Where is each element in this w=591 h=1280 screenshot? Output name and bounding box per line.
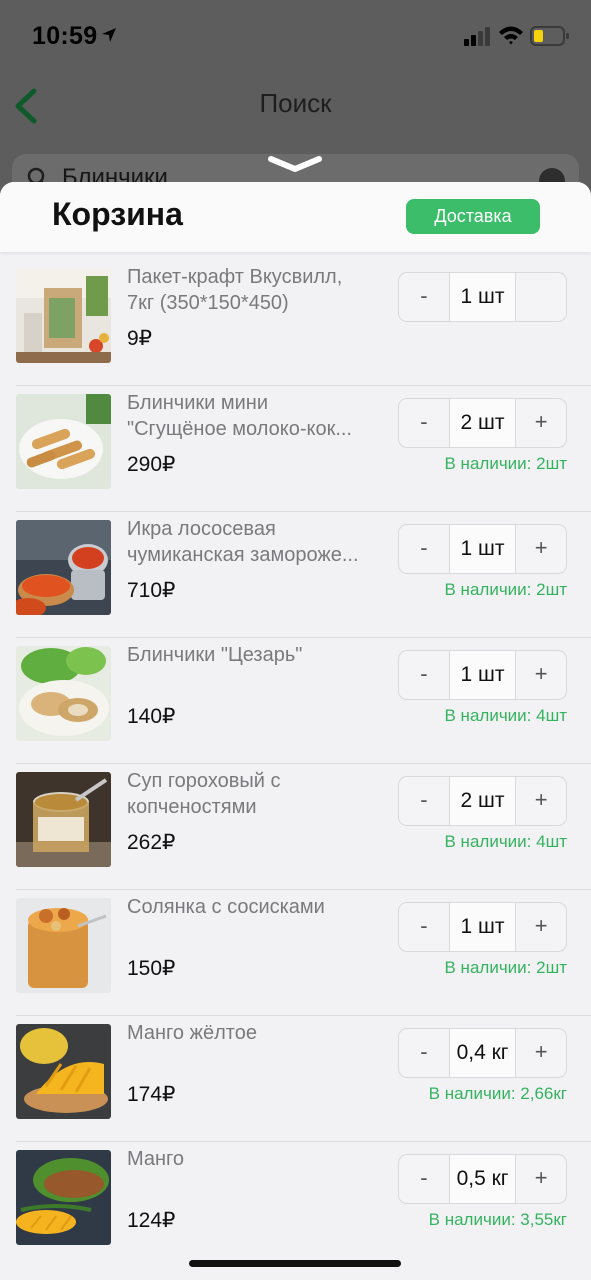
background-nav-bar: Поиск [0, 72, 591, 142]
cart-title: Корзина [52, 196, 183, 232]
status-bar: 10:59 [0, 0, 591, 72]
quantity-stepper: - 1 шт + [398, 524, 567, 574]
solyanka-product-image [16, 898, 111, 993]
item-price: 174₽ [127, 1083, 176, 1106]
item-price: 140₽ [127, 705, 176, 728]
cart-item: Манго жёлтое 174₽ - 0,4 кг + В наличии: … [0, 1016, 591, 1142]
increase-button[interactable]: + [516, 903, 566, 951]
item-name: Суп гороховый с копченостями [127, 770, 281, 818]
caesar-pancakes-product-image [16, 646, 111, 741]
quantity-value: 1 шт [448, 651, 517, 699]
salmon-caviar-product-image [16, 520, 111, 615]
cart-item: Блинчики мини "Сгущёное молоко-кок... 29… [0, 386, 591, 512]
cellular-signal-icon [464, 27, 490, 46]
quantity-value: 0,5 кг [448, 1155, 517, 1203]
stock-status: В наличии: 3,55кг [428, 1210, 567, 1229]
mango-product-image [16, 1150, 111, 1245]
item-name: Манго жёлтое [127, 1022, 257, 1044]
kraft-bag-product-image [16, 268, 111, 363]
cart-header: Корзина Доставка [0, 182, 591, 252]
location-arrow-icon [102, 28, 116, 42]
sheet-collapse-chevron-icon[interactable] [267, 154, 323, 176]
decrease-button[interactable]: - [399, 399, 449, 447]
cart-item: Солянка с сосисками 150₽ - 1 шт + В нали… [0, 890, 591, 1016]
item-price: 124₽ [127, 1209, 176, 1232]
increase-button[interactable]: + [516, 399, 566, 447]
item-price: 290₽ [127, 453, 176, 476]
increase-button[interactable]: + [516, 1155, 566, 1203]
quantity-stepper: - 1 шт + [398, 902, 567, 952]
quantity-stepper: - 2 шт + [398, 398, 567, 448]
decrease-button[interactable]: - [399, 651, 449, 699]
decrease-button[interactable]: - [399, 1029, 449, 1077]
status-time: 10:59 [32, 22, 98, 50]
cart-item: Суп гороховый с копченостями 262₽ - 2 шт… [0, 764, 591, 890]
quantity-stepper: - 1 шт [398, 272, 567, 322]
quantity-value: 0,4 кг [448, 1029, 517, 1077]
quantity-stepper: - 0,4 кг + [398, 1028, 567, 1078]
wifi-icon [499, 26, 523, 45]
home-indicator[interactable] [189, 1260, 401, 1267]
quantity-value: 1 шт [448, 525, 517, 573]
increase-button[interactable]: + [516, 525, 566, 573]
cart-item: Икра лососевая чумиканская замороже... 7… [0, 512, 591, 638]
item-price: 150₽ [127, 957, 176, 980]
increase-button[interactable]: + [516, 1029, 566, 1077]
quantity-stepper: - 1 шт + [398, 650, 567, 700]
stock-status: В наличии: 2шт [444, 454, 568, 473]
mini-pancakes-product-image [16, 394, 111, 489]
decrease-button[interactable]: - [399, 1155, 449, 1203]
item-price: 9₽ [127, 327, 153, 350]
increase-button [516, 273, 566, 321]
item-name: Икра лососевая чумиканская замороже... [127, 518, 359, 566]
pea-soup-product-image [16, 772, 111, 867]
item-name: Блинчики "Цезарь" [127, 644, 303, 666]
delivery-button[interactable]: Доставка [406, 199, 540, 234]
decrease-button[interactable]: - [399, 777, 449, 825]
item-price: 262₽ [127, 831, 176, 854]
quantity-stepper: - 2 шт + [398, 776, 567, 826]
decrease-button[interactable]: - [399, 903, 449, 951]
yellow-mango-product-image [16, 1024, 111, 1119]
cart-item-list: Пакет-крафт Вкусвилл, 7кг (350*150*450) … [0, 260, 591, 1268]
quantity-value: 2 шт [448, 777, 517, 825]
stock-status: В наличии: 4шт [444, 832, 568, 851]
quantity-value: 1 шт [448, 273, 517, 321]
quantity-stepper: - 0,5 кг + [398, 1154, 567, 1204]
increase-button[interactable]: + [516, 651, 566, 699]
item-price: 710₽ [127, 579, 176, 602]
cart-item: Пакет-крафт Вкусвилл, 7кг (350*150*450) … [0, 260, 591, 386]
item-name: Манго [127, 1148, 185, 1170]
decrease-button[interactable]: - [399, 525, 449, 573]
stock-status: В наличии: 2,66кг [428, 1084, 567, 1103]
cart-item: Блинчики "Цезарь" 140₽ - 1 шт + В наличи… [0, 638, 591, 764]
decrease-button[interactable]: - [399, 273, 449, 321]
item-name: Блинчики мини "Сгущёное молоко-кок... [127, 392, 352, 440]
battery-icon [530, 26, 569, 46]
quantity-value: 1 шт [448, 903, 517, 951]
increase-button[interactable]: + [516, 777, 566, 825]
stock-status: В наличии: 4шт [444, 706, 568, 725]
cart-sheet: Корзина Доставка Пакет-крафт Вкусвилл, 7… [0, 182, 591, 1280]
item-name: Пакет-крафт Вкусвилл, 7кг (350*150*450) [127, 266, 343, 314]
stock-status: В наличии: 2шт [444, 958, 568, 977]
cart-item: Манго 124₽ - 0,5 кг + В наличии: 3,55кг [0, 1142, 591, 1268]
item-name: Солянка с сосисками [127, 896, 325, 918]
stock-status: В наличии: 2шт [444, 580, 568, 599]
background-title: Поиск [259, 88, 332, 118]
quantity-value: 2 шт [448, 399, 517, 447]
